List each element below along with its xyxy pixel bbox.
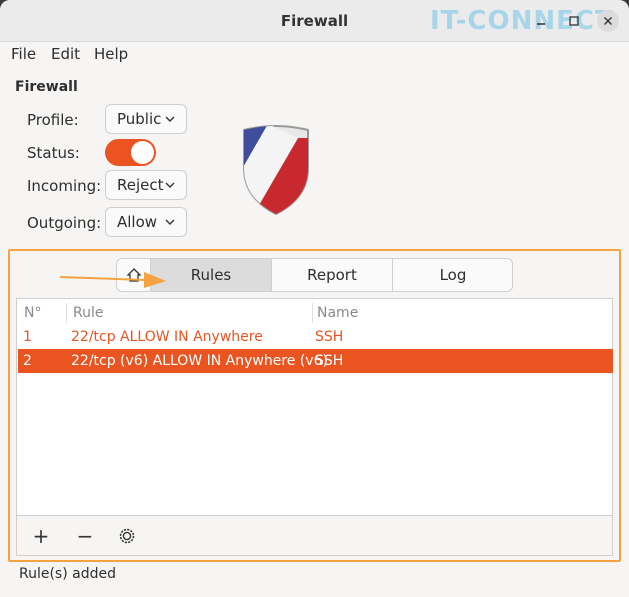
profile-combo[interactable]: Public (105, 104, 187, 134)
row-number: 1 (23, 329, 32, 345)
status-bar-text: Rule(s) added (19, 566, 116, 582)
table-row-selected[interactable]: 2 22/tcp (v6) ALLOW IN Anywhere (v6) SSH (18, 349, 613, 373)
column-header-number[interactable]: N° (24, 305, 41, 321)
shield-logo-icon (243, 125, 309, 216)
add-rule-button[interactable]: + (29, 524, 53, 548)
close-icon (604, 17, 612, 25)
incoming-label: Incoming: (27, 177, 102, 195)
gear-icon (119, 528, 135, 544)
incoming-value: Reject (117, 176, 164, 194)
menu-edit[interactable]: Edit (51, 45, 80, 63)
toggle-knob (131, 141, 154, 164)
firewall-window: Firewall IT-CONNECT File Edit Help Firew… (0, 0, 629, 597)
section-title: Firewall (15, 79, 78, 95)
minimize-button[interactable] (530, 10, 552, 32)
column-separator (66, 303, 67, 323)
minimize-icon (537, 23, 545, 25)
status-toggle[interactable] (105, 139, 156, 166)
table-row[interactable]: 1 22/tcp ALLOW IN Anywhere SSH (18, 325, 613, 349)
maximize-button[interactable] (563, 10, 585, 32)
row-name: SSH (315, 353, 344, 369)
annotation-arrow-icon (59, 272, 166, 288)
maximize-icon (569, 16, 579, 26)
profile-label: Profile: (27, 111, 79, 129)
rules-toolbar: + − (16, 516, 613, 556)
row-name: SSH (315, 329, 344, 345)
rules-table[interactable]: N° Rule Name 1 22/tcp ALLOW IN Anywhere … (16, 298, 613, 516)
incoming-combo[interactable]: Reject (105, 170, 187, 200)
row-rule: 22/tcp (v6) ALLOW IN Anywhere (v6) (71, 353, 328, 369)
settings-button[interactable] (115, 524, 139, 548)
outgoing-combo[interactable]: Allow (105, 207, 187, 237)
row-rule: 22/tcp ALLOW IN Anywhere (71, 329, 263, 345)
tab-rules[interactable]: Rules (150, 259, 271, 291)
chevron-down-icon (165, 116, 175, 122)
column-separator (312, 303, 313, 323)
profile-value: Public (117, 110, 162, 128)
outgoing-value: Allow (117, 213, 158, 231)
tab-bar: Rules Report Log (116, 258, 513, 292)
tab-report[interactable]: Report (271, 259, 392, 291)
chevron-down-icon (165, 219, 175, 225)
menu-help[interactable]: Help (94, 45, 128, 63)
column-header-rule[interactable]: Rule (73, 305, 103, 321)
row-number: 2 (23, 353, 32, 369)
title-bar[interactable]: Firewall IT-CONNECT (0, 0, 629, 42)
column-header-name[interactable]: Name (317, 305, 358, 321)
watermark-logo: IT-CONNECT (430, 6, 614, 36)
tab-log[interactable]: Log (392, 259, 512, 291)
close-button[interactable] (597, 10, 619, 32)
menu-bar: File Edit Help (0, 42, 629, 66)
chevron-down-icon (165, 182, 175, 188)
remove-rule-button[interactable]: − (73, 524, 97, 548)
menu-file[interactable]: File (11, 45, 36, 63)
status-label: Status: (27, 144, 80, 162)
outgoing-label: Outgoing: (27, 214, 102, 232)
